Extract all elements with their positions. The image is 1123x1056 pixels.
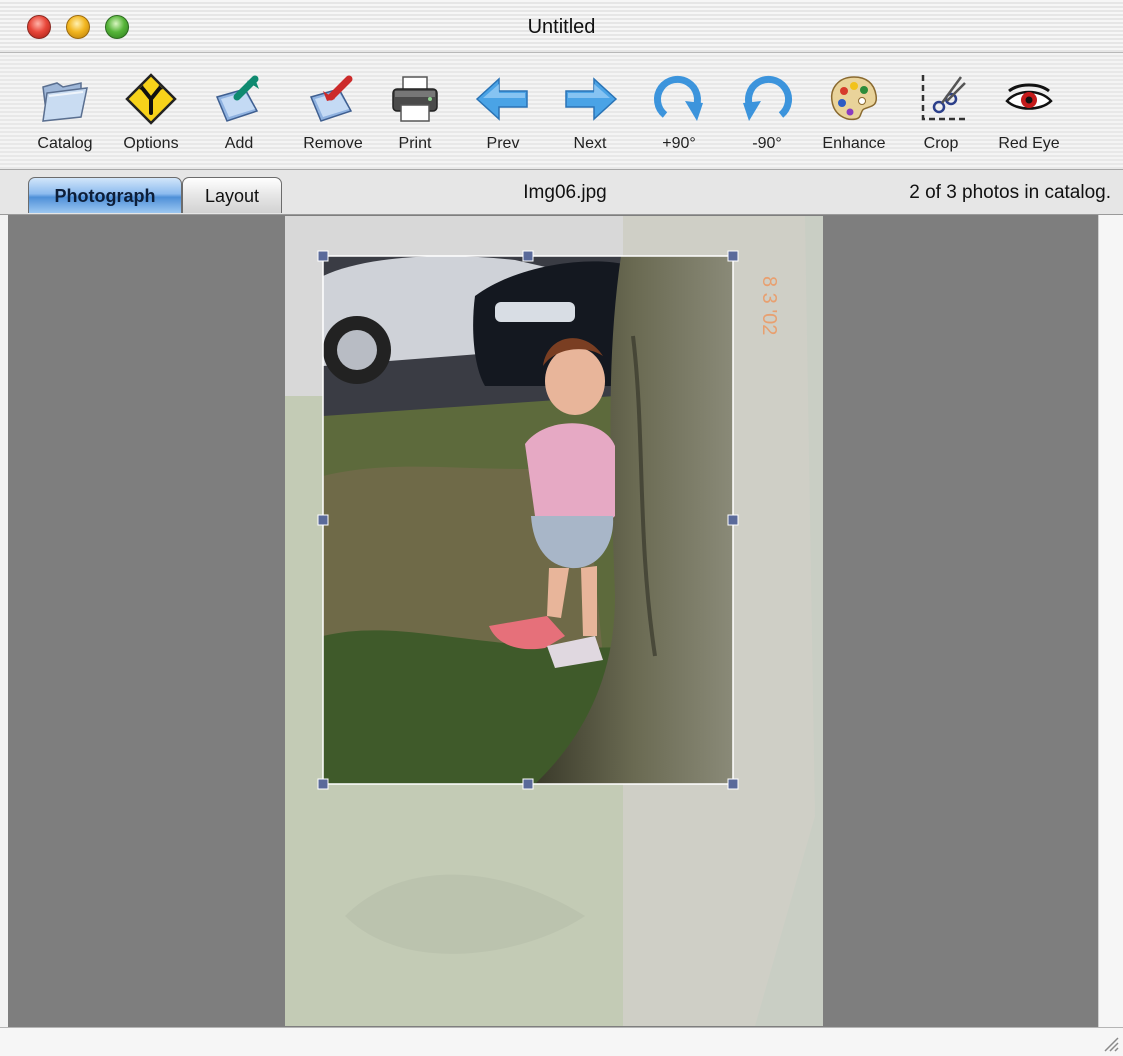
prev-button[interactable]: Prev: [460, 53, 546, 163]
remove-button[interactable]: Remove: [290, 53, 376, 163]
red-eye-button[interactable]: Red Eye: [986, 53, 1072, 163]
arrow-right-icon: [565, 77, 618, 121]
crop-button[interactable]: Crop: [898, 53, 984, 163]
tab-layout[interactable]: Layout: [182, 177, 282, 213]
catalog-status: 2 of 3 photos in catalog.: [909, 182, 1111, 203]
app-window: Untitled Catalog Options Add Remove Prin…: [0, 0, 1123, 1056]
window-title: Untitled: [527, 16, 596, 38]
photo-filename: Img06.jpg: [523, 182, 607, 203]
rotate-minus-90-button[interactable]: -90°: [724, 53, 810, 163]
crop-handle-right[interactable]: [727, 514, 739, 526]
date-stamp: 8 3 '02: [758, 276, 780, 335]
enhance-label: Enhance: [822, 135, 886, 152]
printer-icon: [392, 76, 438, 122]
remove-photo-icon: [309, 75, 353, 122]
arrow-left-icon: [475, 77, 528, 121]
crop-handle-top-left[interactable]: [317, 250, 329, 262]
crop-handle-bottom-left[interactable]: [317, 778, 329, 790]
add-button[interactable]: Add: [196, 53, 282, 163]
vertical-scrollbar[interactable]: [1098, 215, 1123, 1027]
crop-handle-bottom[interactable]: [522, 778, 534, 790]
add-label: Add: [224, 135, 254, 152]
folder-icon: [42, 82, 88, 122]
options-label: Options: [123, 135, 179, 152]
crop-scissors-icon: [921, 75, 966, 121]
rotate-minus-90-label: -90°: [752, 135, 782, 152]
next-button[interactable]: Next: [547, 53, 633, 163]
crop-handle-top-right[interactable]: [727, 250, 739, 262]
rotate-plus-90-label: +90°: [662, 135, 696, 152]
photo-page[interactable]: 8 3 '02: [285, 216, 823, 1026]
palette-icon: [830, 76, 878, 121]
catalog-button[interactable]: Catalog: [22, 53, 108, 163]
status-bar: [0, 1027, 1123, 1056]
road-sign-icon: [125, 73, 177, 125]
rotate-plus-90-button[interactable]: +90°: [636, 53, 722, 163]
crop-handle-left[interactable]: [317, 514, 329, 526]
options-button[interactable]: Options: [108, 53, 194, 163]
rotate-clockwise-icon: [653, 75, 703, 121]
toolbar: Catalog Options Add Remove Print Prev Ne…: [0, 53, 1123, 170]
red-eye-icon: [1005, 83, 1053, 110]
rotate-counterclockwise-icon: [743, 75, 793, 121]
next-label: Next: [573, 135, 607, 152]
resize-grip-icon[interactable]: [1101, 1034, 1119, 1052]
prev-label: Prev: [486, 135, 520, 152]
tab-bar: Photograph Layout Img06.jpg 2 of 3 photo…: [0, 170, 1123, 215]
crop-handle-bottom-right[interactable]: [727, 778, 739, 790]
red-eye-label: Red Eye: [998, 135, 1060, 152]
remove-label: Remove: [303, 135, 363, 152]
add-photo-icon: [215, 75, 259, 122]
crop-selection-image: [323, 256, 733, 784]
print-button[interactable]: Print: [372, 53, 458, 163]
crop-handle-top[interactable]: [522, 250, 534, 262]
tab-photograph[interactable]: Photograph: [28, 177, 182, 213]
title-bar[interactable]: Untitled: [0, 0, 1123, 53]
enhance-button[interactable]: Enhance: [811, 53, 897, 163]
print-label: Print: [398, 135, 432, 152]
catalog-label: Catalog: [37, 135, 93, 152]
photo-image: 8 3 '02: [285, 216, 823, 1026]
crop-label: Crop: [923, 135, 959, 152]
